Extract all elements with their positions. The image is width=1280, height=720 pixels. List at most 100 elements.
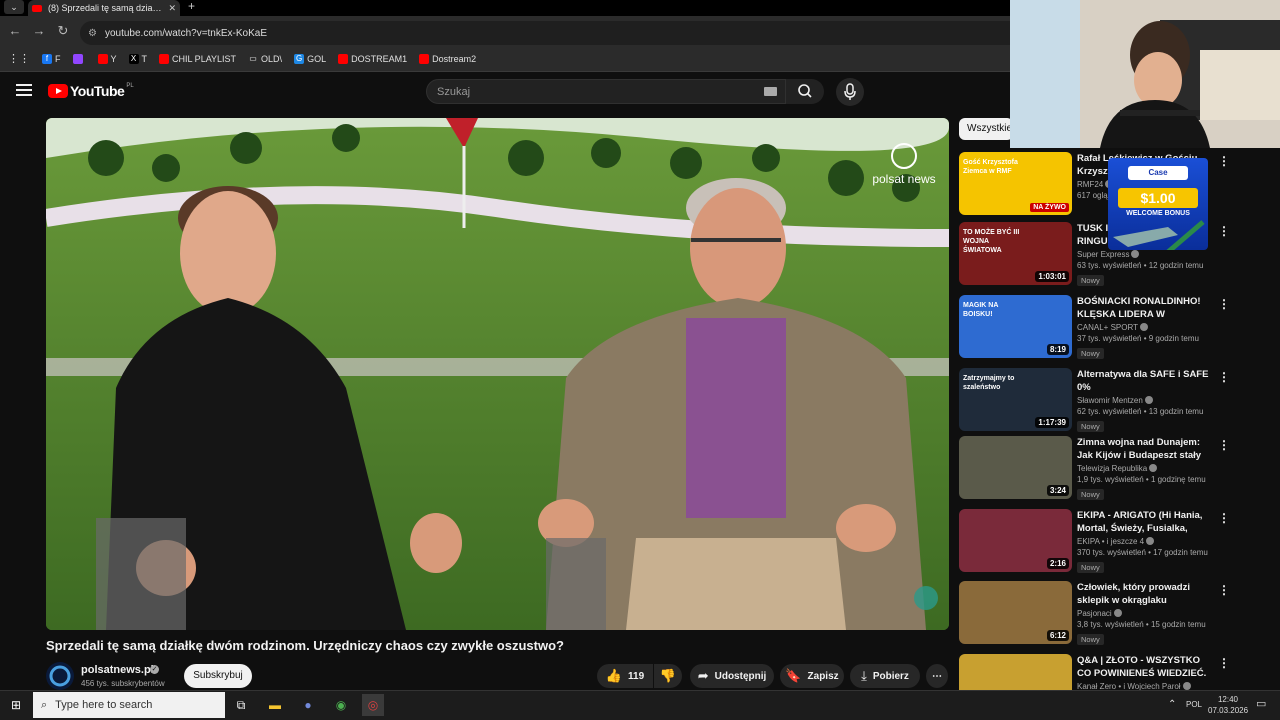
bookmark-favicon-icon: ▭ bbox=[248, 53, 259, 64]
bookmark-item[interactable] bbox=[72, 53, 86, 64]
bookmark-item[interactable]: Dostream2 bbox=[419, 53, 476, 64]
bookmark-label: GOL bbox=[307, 53, 327, 64]
bookmark-item[interactable]: G GOL bbox=[294, 53, 327, 64]
notifications-icon[interactable]: ▭ bbox=[1256, 697, 1266, 710]
thumbnail-caption: TO MOŻE BYĆ III WOJNA ŚWIATOWA bbox=[963, 229, 1020, 254]
search-input[interactable]: Szukaj bbox=[426, 79, 786, 104]
recommendation-item[interactable]: MAGIK NA BOISKU! 8:19 BOŚNIACKI RONALDINHO… bbox=[959, 295, 1230, 361]
verified-icon bbox=[1149, 464, 1158, 472]
recommendation-thumbnail[interactable]: Gość Krzysztofa Ziemca w RMF NA ŻYWO bbox=[959, 152, 1072, 215]
more-actions-button[interactable]: ⋯ bbox=[926, 664, 948, 688]
bookmark-item[interactable]: XT bbox=[128, 53, 148, 64]
tab-title: (8) Sprzedali tę samą działkę dw bbox=[48, 3, 163, 13]
recommendation-meta: 1,9 tys. wyświetleń • 1 godzinę temu bbox=[1077, 475, 1206, 484]
recommendation-thumbnail[interactable]: 2:16 bbox=[959, 509, 1072, 572]
duration-badge: 1:03:01 bbox=[1035, 271, 1069, 282]
recommendation-title[interactable]: EKIPA - ARIGATO (Hi Hania, Mortal, Śwież… bbox=[1077, 509, 1213, 535]
more-vertical-icon[interactable]: ⋮ bbox=[1218, 511, 1230, 525]
reload-icon[interactable]: ↻ bbox=[54, 22, 72, 40]
new-tab-button[interactable]: + bbox=[188, 0, 202, 14]
more-vertical-icon[interactable]: ⋮ bbox=[1218, 438, 1230, 452]
bookmark-item[interactable]: CHIL PLAYLIST bbox=[159, 53, 236, 64]
tab-search-icon[interactable]: ⌄ bbox=[4, 0, 24, 14]
tray-chevron-icon[interactable]: ⌃ bbox=[1168, 699, 1176, 710]
recommendation-channel[interactable]: CANAL+ SPORT bbox=[1077, 323, 1138, 332]
recommendation-thumbnail[interactable]: 6:12 bbox=[959, 581, 1072, 644]
forward-icon[interactable]: → bbox=[30, 22, 48, 40]
download-button[interactable]: ⤓ Pobierz bbox=[850, 664, 920, 688]
recommendation-thumbnail[interactable]: TO MOŻE BYĆ III WOJNA ŚWIATOWA 1:03:01 bbox=[959, 222, 1072, 285]
new-badge: Nowy bbox=[1077, 275, 1104, 286]
bookmark-item[interactable]: Y bbox=[97, 53, 117, 64]
recommendation-title[interactable]: Zimna wojna nad Dunajem: Jak Kijów i Bud… bbox=[1077, 436, 1213, 462]
youtube-logo[interactable]: YouTube PL bbox=[48, 83, 134, 99]
youtube-favicon-icon bbox=[32, 4, 42, 12]
recommendation-item[interactable]: Zatrzymajmy to szaleństwo 1:17:39 Alternat… bbox=[959, 368, 1230, 434]
url-field[interactable]: ⚙ youtube.com/watch?v=tnkEx-KoKaE bbox=[80, 21, 1010, 45]
clock[interactable]: 12:40 07.03.2026 bbox=[1208, 694, 1248, 716]
recommendation-title[interactable]: BOŚNIACKI RONALDINHO! KLĘSKA LIDERA W GD… bbox=[1077, 295, 1213, 321]
recommendation-item[interactable]: 3:24 Zimna wojna nad Dunajem: Jak Kijów i… bbox=[959, 436, 1230, 502]
more-vertical-icon[interactable]: ⋮ bbox=[1218, 224, 1230, 238]
more-vertical-icon[interactable]: ⋮ bbox=[1218, 583, 1230, 597]
recommendation-channel[interactable]: Pasjonaci bbox=[1077, 609, 1112, 618]
language-indicator[interactable]: POL bbox=[1186, 700, 1202, 709]
browser-tab-active[interactable]: (8) Sprzedali tę samą działkę dw ✕ bbox=[28, 0, 180, 16]
keyboard-icon[interactable] bbox=[764, 87, 777, 96]
recommendation-title[interactable]: Człowiek, który prowadzi sklepik w okrąg… bbox=[1077, 581, 1213, 607]
voice-search-button[interactable] bbox=[836, 78, 864, 106]
save-button[interactable]: 🔖 Zapisz bbox=[780, 664, 844, 688]
duration-badge: 3:24 bbox=[1046, 485, 1069, 496]
recommendation-channel[interactable]: Super Express bbox=[1077, 250, 1129, 259]
obs-icon[interactable]: ◎ bbox=[362, 694, 384, 716]
recommendation-thumbnail[interactable]: Zatrzymajmy to szaleństwo 1:17:39 bbox=[959, 368, 1072, 431]
discord-icon[interactable]: ● bbox=[297, 694, 319, 716]
download-label: Pobierz bbox=[872, 670, 909, 682]
windows-start-icon[interactable]: ⊞ bbox=[5, 694, 27, 716]
bookmark-item[interactable]: ▭ OLD\ bbox=[248, 53, 282, 64]
bookmark-item[interactable]: DOSTREAM1 bbox=[338, 53, 407, 64]
subscribe-button[interactable]: Subskrybuj bbox=[184, 664, 252, 688]
taskbar-search-placeholder: Type here to search bbox=[55, 699, 153, 711]
apps-icon[interactable]: ⋮⋮ bbox=[8, 52, 30, 65]
chrome-icon[interactable]: ◉ bbox=[330, 694, 352, 716]
taskbar-search-input[interactable]: ⌕ Type here to search bbox=[33, 692, 225, 718]
chip-all[interactable]: Wszystkie bbox=[959, 118, 1013, 140]
tab-close-icon[interactable]: ✕ bbox=[168, 3, 176, 14]
bookmark-label: T bbox=[141, 53, 148, 64]
like-count: 119 bbox=[628, 670, 645, 682]
recommendation-channel[interactable]: EKIPA • i jeszcze 4 bbox=[1077, 537, 1144, 546]
menu-icon[interactable] bbox=[16, 84, 32, 98]
recommendation-channel[interactable]: Telewizja Republika bbox=[1077, 464, 1147, 473]
recommendation-title[interactable]: Alternatywa dla SAFE i SAFE 0% bbox=[1077, 368, 1213, 394]
recommendation-thumbnail[interactable]: MAGIK NA BOISKU! 8:19 bbox=[959, 295, 1072, 358]
recommendation-item[interactable]: 6:12 Człowiek, który prowadzi sklepik w o… bbox=[959, 581, 1230, 647]
channel-name[interactable]: polsatnews.pl bbox=[81, 664, 154, 676]
share-icon: ➦ bbox=[697, 668, 709, 683]
recommendation-thumbnail[interactable]: 3:24 bbox=[959, 436, 1072, 499]
share-button[interactable]: ➦ Udostępnij bbox=[690, 664, 774, 688]
bookmark-label: F bbox=[55, 53, 61, 64]
more-vertical-icon[interactable]: ⋮ bbox=[1218, 656, 1230, 670]
promo-caption: WELCOME BONUS bbox=[1126, 210, 1190, 217]
more-vertical-icon[interactable]: ⋮ bbox=[1218, 297, 1230, 311]
video-player[interactable]: polsat news bbox=[46, 118, 949, 630]
more-vertical-icon[interactable]: ⋮ bbox=[1218, 154, 1230, 168]
search-button[interactable] bbox=[786, 79, 824, 104]
task-view-icon[interactable]: ⧉ bbox=[230, 694, 252, 716]
bookmark-favicon-icon bbox=[97, 53, 108, 64]
back-icon[interactable]: ← bbox=[6, 22, 24, 40]
dislike-button[interactable]: 👎 bbox=[654, 664, 682, 688]
more-vertical-icon[interactable]: ⋮ bbox=[1218, 370, 1230, 384]
bookmark-item[interactable]: fF bbox=[42, 53, 61, 64]
thumbs-down-icon: 👎 bbox=[659, 668, 677, 683]
site-info-icon[interactable]: ⚙ bbox=[88, 28, 97, 39]
like-button[interactable]: 👍 119 bbox=[597, 664, 653, 688]
channel-avatar[interactable] bbox=[46, 662, 74, 690]
recommendation-title[interactable]: Q&A | ZŁOTO - WSZYSTKO CO POWINIENEŚ WIE… bbox=[1077, 654, 1213, 680]
recommendation-channel[interactable]: Sławomir Mentzen bbox=[1077, 396, 1143, 405]
recommendation-channel[interactable]: RMF24 bbox=[1077, 180, 1103, 189]
file-explorer-icon[interactable]: ▬ bbox=[264, 694, 286, 716]
verified-icon bbox=[1146, 537, 1155, 545]
recommendation-item[interactable]: 2:16 EKIPA - ARIGATO (Hi Hania, Mortal, Ś… bbox=[959, 509, 1230, 575]
